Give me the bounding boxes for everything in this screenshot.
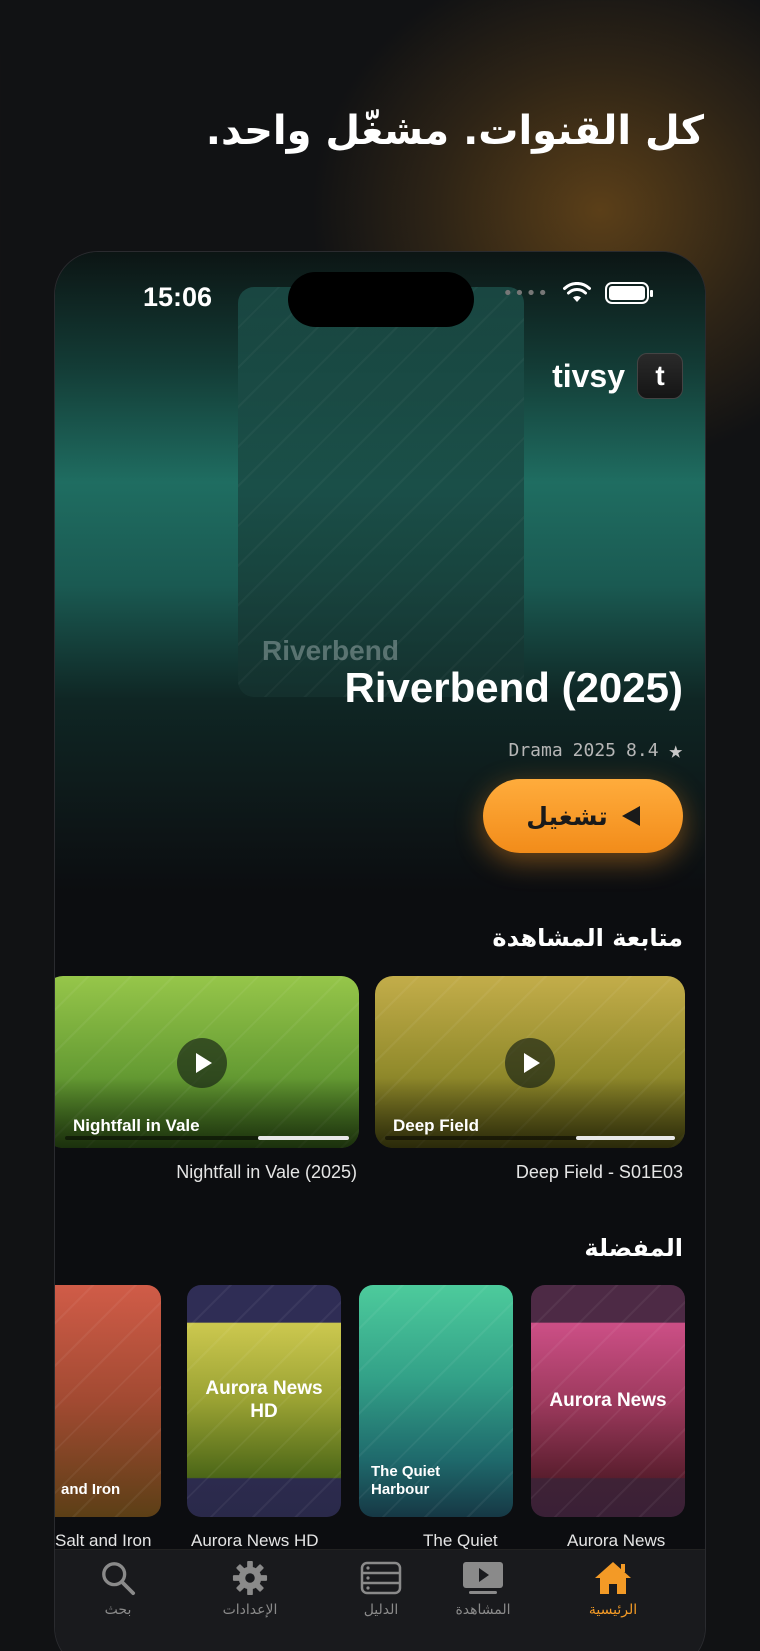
tab-watching[interactable]: المشاهدة <box>428 1560 538 1618</box>
progress-track <box>385 1136 675 1140</box>
continue-caption: Nightfall in Vale (2025) <box>176 1162 357 1182</box>
favorite-card-label: and Iron <box>61 1481 121 1498</box>
hero-poster: Riverbend <box>238 287 524 697</box>
status-icons: •••• <box>502 282 653 304</box>
continue-card-label: Nightfall in Vale <box>73 1116 200 1135</box>
hero-year: 2025 <box>572 739 617 761</box>
hero-title: Riverbend (2025) <box>344 664 683 711</box>
hero-genre: Drama <box>508 739 563 761</box>
tab-label: بحث <box>104 1602 132 1618</box>
favorite-caption: Salt and Iron <box>55 1531 152 1550</box>
play-button[interactable]: تشغيل <box>483 779 683 853</box>
hero-poster-label: Riverbend <box>262 635 399 666</box>
favorite-card-aurora-news-hd[interactable]: Aurora News HD <box>187 1285 341 1517</box>
continue-caption: Deep Field - S01E03 <box>515 1162 683 1182</box>
favorite-caption: Aurora News <box>567 1531 666 1550</box>
progress-fill <box>258 1136 349 1140</box>
favorite-card-aurora-news[interactable]: Aurora News <box>531 1285 685 1517</box>
favorite-card-quiet-harbour[interactable]: The Quiet Harbour <box>359 1285 513 1517</box>
continue-card-deep-field[interactable]: Deep Field <box>375 976 685 1148</box>
dynamic-island <box>288 272 474 327</box>
tab-settings[interactable]: الإعدادات <box>195 1560 305 1618</box>
continue-card-label: Deep Field <box>393 1116 479 1135</box>
continue-watching-title: متابعة المشاهدة <box>492 924 683 952</box>
continue-card-nightfall[interactable]: Nightfall in Vale <box>55 976 359 1148</box>
favorite-card-label: Aurora News HD <box>205 1378 323 1422</box>
tab-label: الرئيسية <box>588 1602 638 1618</box>
hero-rating: 8.4 <box>626 739 659 761</box>
search-icon <box>102 1562 136 1596</box>
favorite-card-label: Aurora News <box>549 1390 667 1411</box>
play-icon <box>621 806 640 826</box>
tab-label: المشاهدة <box>455 1602 511 1618</box>
progress-fill <box>576 1136 675 1140</box>
tab-bar: الرئيسية المشاهدة الدليل الإعدادات بحث <box>55 1549 705 1651</box>
favorite-caption: Aurora News HD <box>191 1531 319 1550</box>
play-circle-icon <box>505 1038 555 1088</box>
play-button-label: تشغيل <box>526 801 608 831</box>
tab-label: الإعدادات <box>222 1602 278 1618</box>
brand: tivsy t <box>552 353 683 399</box>
favorite-caption: The Quiet <box>423 1531 498 1550</box>
tab-search[interactable]: بحث <box>63 1560 173 1618</box>
tab-label: الدليل <box>363 1602 399 1618</box>
signal-icon: •••• <box>502 282 549 304</box>
tab-guide[interactable]: الدليل <box>326 1560 436 1618</box>
progress-track <box>65 1136 349 1140</box>
brand-name: tivsy <box>552 357 625 394</box>
favorites-title: المفضلة <box>584 1234 683 1262</box>
favorite-card-salt-and-iron[interactable]: and Iron <box>55 1285 161 1517</box>
guide-icon <box>360 1561 402 1595</box>
tab-home[interactable]: الرئيسية <box>558 1560 668 1618</box>
brand-logo-icon: t <box>637 353 683 399</box>
promo-headline: كل القنوات. مشغّل واحد. <box>205 108 704 154</box>
battery-icon <box>605 282 653 304</box>
star-icon: ★ <box>668 736 683 764</box>
play-circle-icon <box>177 1038 227 1088</box>
play-screen-icon <box>463 1562 503 1594</box>
phone-frame: Riverbend 15:06 •••• tivsy t Riverbend (… <box>54 251 706 1651</box>
gear-icon <box>232 1560 268 1596</box>
hero-meta: Drama 2025 8.4 ★ <box>508 736 683 764</box>
wifi-icon <box>563 282 591 302</box>
status-time: 15:06 <box>143 282 213 312</box>
home-icon <box>595 1562 631 1594</box>
favorite-card-label: The Quiet Harbour <box>371 1463 441 1498</box>
